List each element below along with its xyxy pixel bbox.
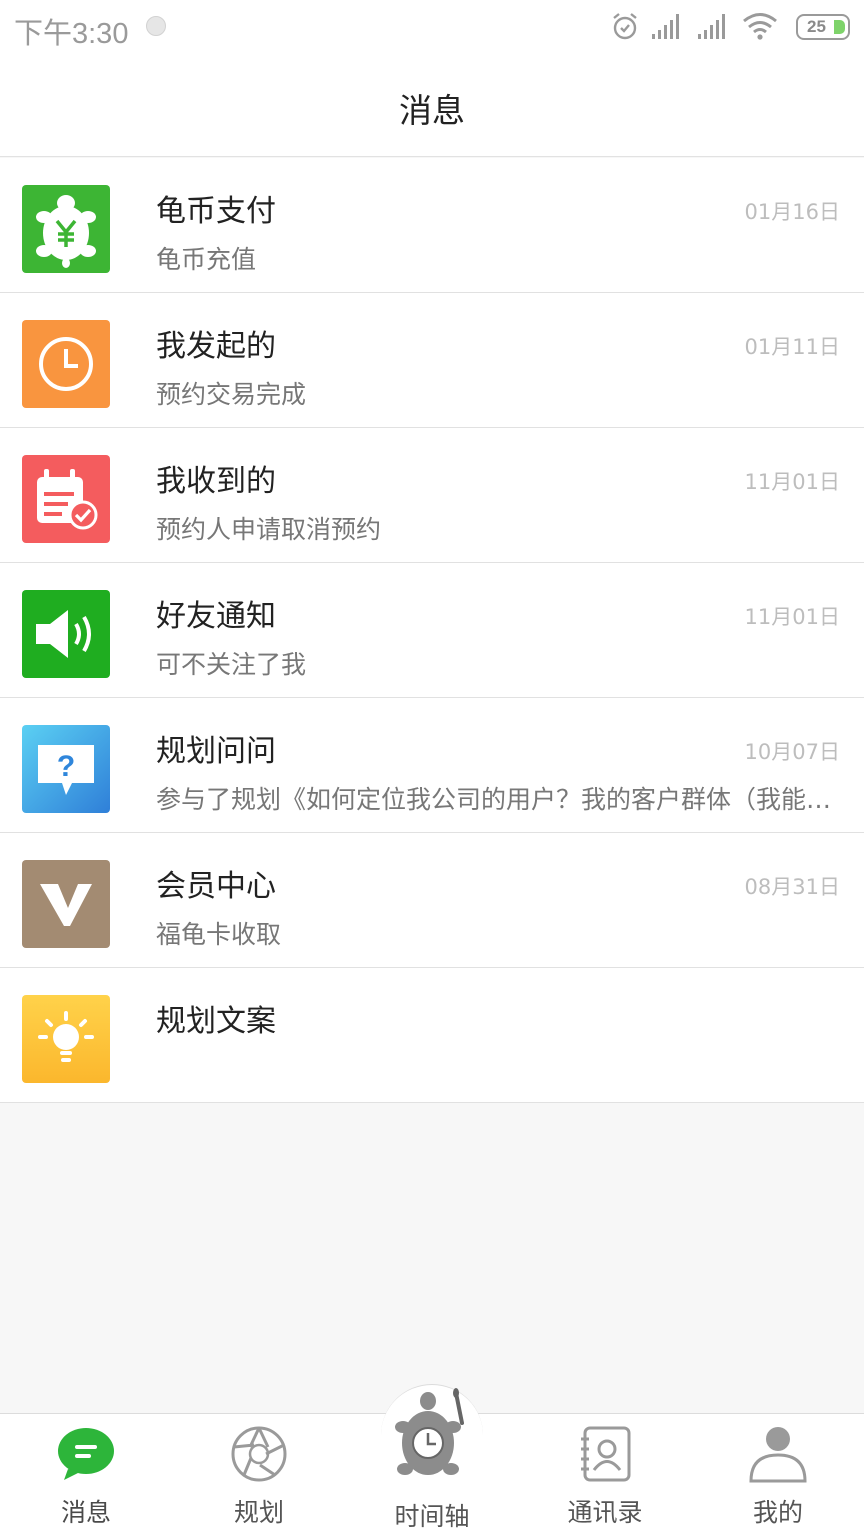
battery-level: 25: [807, 17, 826, 36]
message-item-date: 11月01日: [744, 470, 840, 494]
message-item-plan-qa[interactable]: ? 规划问问 参与了规划《如何定位我公司的用户？我的客户群体（我能… 10月07…: [0, 698, 864, 833]
message-item-friend-notice[interactable]: 好友通知 可不关注了我 11月01日: [0, 563, 864, 698]
message-item-preview: 预约交易完成: [156, 380, 307, 409]
status-icons: 25: [610, 12, 850, 44]
chat-bubble-icon: [58, 1428, 114, 1480]
message-item-date: 11月01日: [744, 605, 840, 629]
person-icon: [749, 1427, 807, 1483]
question-chat-icon: ?: [22, 725, 110, 813]
message-item-date: 08月31日: [744, 875, 840, 899]
tab-contacts[interactable]: 通讯录: [519, 1413, 691, 1536]
tab-label: 规划: [233, 1498, 284, 1527]
speaker-icon: [22, 590, 110, 678]
message-item-name: 我发起的: [156, 329, 276, 364]
message-item-preview: 参与了规划《如何定位我公司的用户？我的客户群体（我能…: [156, 785, 832, 814]
wifi-icon: [743, 13, 777, 40]
calendar-check-icon: [22, 455, 110, 543]
message-item-name: 规划问问: [156, 734, 276, 769]
message-item-preview: 福龟卡收取: [156, 920, 282, 949]
message-item-i-initiated[interactable]: 我发起的 预约交易完成 01月11日: [0, 293, 864, 428]
clock-icon: [22, 320, 110, 408]
tab-label: 我的: [752, 1498, 803, 1527]
message-item-name: 规划文案: [156, 1004, 276, 1039]
tab-label: 通讯录: [567, 1498, 643, 1527]
message-item-preview: 龟币充值: [156, 245, 257, 274]
message-item-date: 01月16日: [744, 200, 840, 224]
message-item-name: 我收到的: [156, 464, 276, 499]
alarm-icon: [613, 13, 637, 40]
message-item-member-center[interactable]: 会员中心 福龟卡收取 08月31日: [0, 833, 864, 968]
message-item-preview: 可不关注了我: [156, 650, 307, 679]
turtle-yuan-icon: [22, 185, 110, 273]
title-bar: 消息: [0, 56, 864, 157]
message-item-date: 01月11日: [744, 335, 840, 359]
contacts-book-icon: [581, 1426, 631, 1482]
message-item-name: 龟币支付: [156, 194, 276, 229]
aperture-icon: [231, 1426, 287, 1482]
message-item-date: 10月07日: [744, 740, 840, 764]
message-item-preview: 预约人申请取消预约: [156, 515, 382, 544]
message-item-turtle-coin-pay[interactable]: 龟币支付 龟币充值 01月16日: [0, 158, 864, 293]
message-item-i-received[interactable]: 我收到的 预约人申请取消预约 11月01日: [0, 428, 864, 563]
vip-v-icon: [22, 860, 110, 948]
page-title: 消息: [399, 91, 465, 130]
tab-label: 消息: [60, 1498, 111, 1527]
notification-dot-icon: [146, 16, 166, 36]
tab-planning[interactable]: 规划: [173, 1413, 345, 1536]
battery-icon: 25: [796, 14, 850, 40]
signal-icon: [698, 14, 725, 39]
svg-text:?: ?: [57, 750, 75, 783]
tab-messages[interactable]: 消息: [0, 1413, 172, 1536]
signal-icon: [652, 14, 679, 39]
message-item-name: 好友通知: [156, 599, 276, 634]
status-bar: 下午3:30 25: [0, 0, 864, 56]
turtle-clock-icon: [395, 1388, 464, 1475]
lightbulb-icon: [22, 995, 110, 1083]
message-item-name: 会员中心: [156, 869, 276, 904]
tab-me[interactable]: 我的: [692, 1413, 864, 1536]
tab-label: 时间轴: [394, 1502, 470, 1531]
message-list: 龟币支付 龟币充值 01月16日 我发起的 预约交易完成 01月11日 我收到的…: [0, 158, 864, 1103]
message-item-plan-copywriting[interactable]: 规划文案: [0, 968, 864, 1103]
status-time: 下午3:30: [14, 18, 129, 50]
tab-timeline[interactable]: 时间轴: [346, 1388, 518, 1536]
